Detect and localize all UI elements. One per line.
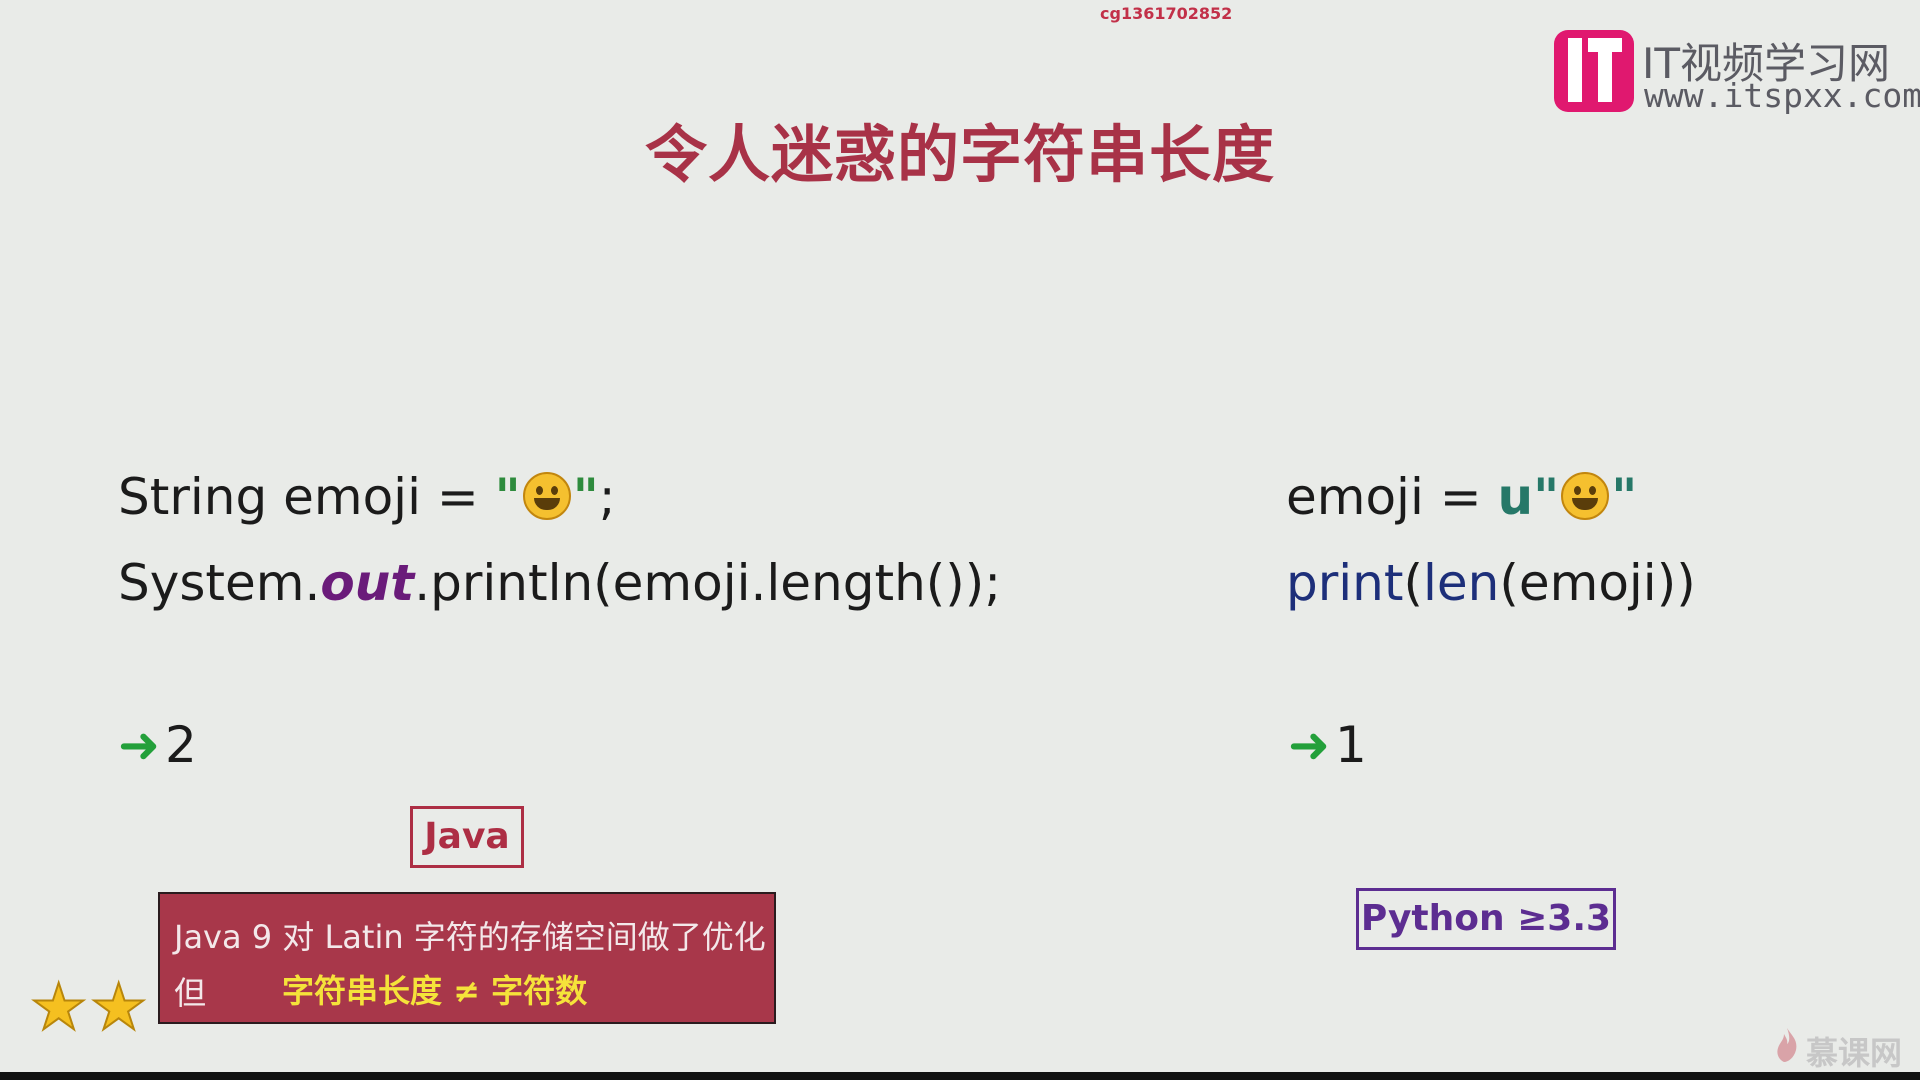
python-code-line-2: print(len(emoji)) xyxy=(1286,554,1696,612)
note-highlight: 字符串长度 ≠ 字符数 xyxy=(282,972,588,1010)
java-code-line-2: System.out.println(emoji.length()); xyxy=(118,554,1002,612)
python-result: ➜ 1 xyxy=(1288,716,1367,774)
right-arrow-icon: ➜ xyxy=(118,716,160,774)
python-code-line-1: emoji = u" " xyxy=(1286,468,1638,526)
note-text-lead: 但 xyxy=(174,974,207,1012)
java-note-box: Java 9 对 Latin 字符的存储空间做了优化 但 字符串长度 ≠ 字符数 xyxy=(158,892,776,1024)
site-logo-icon xyxy=(1554,30,1634,112)
grinning-face-icon xyxy=(522,472,571,520)
java-code-line-1: String emoji = " "; xyxy=(118,468,616,526)
note-text-line-1: Java 9 对 Latin 字符的存储空间做了优化 xyxy=(174,918,766,956)
grinning-face-icon xyxy=(1561,472,1610,520)
bottom-bar xyxy=(0,1072,1920,1080)
slide-title: 令人迷惑的字符串长度 xyxy=(644,118,1275,191)
java-result: ➜ 2 xyxy=(118,716,197,774)
python-language-tag: Python ≥3.3 xyxy=(1356,888,1616,950)
site-logo-url: www.itspxx.com xyxy=(1644,76,1920,115)
star-icon: ★ xyxy=(89,971,148,1045)
user-id-watermark: cg1361702852 xyxy=(1100,4,1233,23)
flame-icon xyxy=(1777,1028,1797,1062)
right-arrow-icon: ➜ xyxy=(1288,716,1330,774)
star-icon: ★ xyxy=(29,971,88,1045)
footer-watermark: 慕课网 xyxy=(1806,1034,1903,1072)
java-language-tag: Java xyxy=(410,806,524,868)
